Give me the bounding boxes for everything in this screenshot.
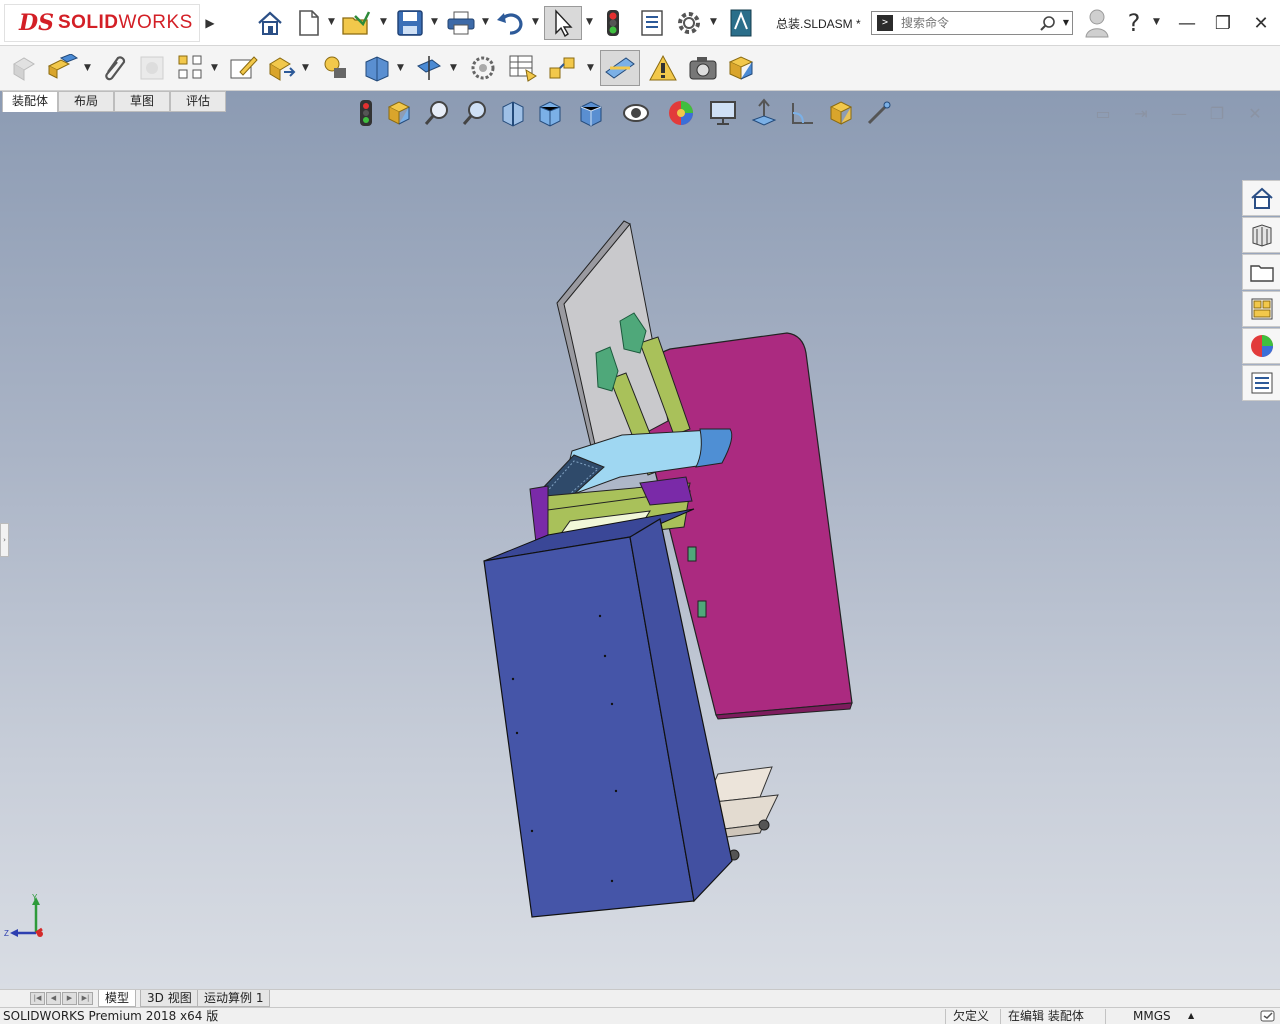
- file-properties-icon[interactable]: [637, 8, 667, 38]
- large-assembly-icon[interactable]: [724, 52, 758, 84]
- logo-works-text: WORKS: [118, 12, 193, 33]
- tab-layout[interactable]: 布局: [58, 91, 114, 112]
- open-dropdown-icon[interactable]: ▼: [380, 17, 387, 27]
- first-tab-arrow-icon[interactable]: |◀: [30, 992, 45, 1005]
- features-dropdown-icon[interactable]: ▼: [397, 63, 404, 73]
- search-commands-box[interactable]: > ▼: [871, 11, 1073, 35]
- exploded-view-icon[interactable]: [546, 52, 580, 84]
- search-dropdown-icon[interactable]: ▼: [1063, 18, 1069, 27]
- interference-detection-icon[interactable]: [646, 52, 680, 84]
- triad-y-label: Y: [32, 893, 38, 902]
- save-icon[interactable]: [393, 8, 427, 38]
- select-pointer-icon[interactable]: [544, 6, 582, 40]
- unit-system[interactable]: MMGS: [1133, 1008, 1171, 1024]
- minimize-button[interactable]: —: [1172, 8, 1202, 38]
- explode-dropdown-icon[interactable]: ▼: [587, 63, 594, 73]
- tab-scroll-arrows: |◀ ◀ ▶ ▶|: [30, 992, 94, 1005]
- view-palette-icon[interactable]: [1242, 291, 1280, 327]
- previous-tab-arrow-icon[interactable]: ◀: [46, 992, 61, 1005]
- bill-of-materials-icon[interactable]: [506, 52, 540, 84]
- solidworks-resources-home-icon[interactable]: [1242, 180, 1280, 216]
- assembly-model[interactable]: [0, 91, 1280, 989]
- logo-wordmark: SOLIDWORKS: [58, 12, 193, 34]
- search-input[interactable]: [901, 16, 1031, 30]
- tab-model[interactable]: 模型: [98, 990, 137, 1007]
- undo-icon[interactable]: [494, 8, 528, 38]
- next-tab-arrow-icon[interactable]: ▶: [62, 992, 77, 1005]
- reference-dropdown-icon[interactable]: ▼: [450, 63, 457, 73]
- command-prompt-icon: >: [877, 15, 893, 31]
- command-manager-tabs: 装配体 布局 草图 评估: [0, 91, 1280, 113]
- appearances-scenes-icon[interactable]: [1242, 328, 1280, 364]
- status-bar: SOLIDWORKS Premium 2018 x64 版 欠定义 在编辑 装配…: [0, 1007, 1280, 1024]
- solidworks-logo[interactable]: DS SOLIDWORKS: [4, 4, 200, 42]
- tab-assembly[interactable]: 装配体: [2, 91, 58, 112]
- custom-properties-icon[interactable]: [1242, 365, 1280, 401]
- tab-evaluate[interactable]: 评估: [170, 91, 226, 112]
- command-manager: ▼ ▼ ▼ ▼ ▼ ▼: [0, 46, 1280, 91]
- dxf-export-icon[interactable]: [726, 8, 756, 38]
- menu-expand-arrow-icon[interactable]: ▶: [204, 14, 216, 32]
- options-gear-icon[interactable]: [673, 8, 705, 38]
- pattern-dropdown-icon[interactable]: ▼: [211, 63, 218, 73]
- close-button[interactable]: ✕: [1246, 8, 1276, 38]
- help-icon[interactable]: ?: [1120, 8, 1148, 38]
- insert-component-icon[interactable]: [6, 52, 40, 84]
- restore-button[interactable]: ❐: [1208, 8, 1238, 38]
- design-library-icon[interactable]: [1242, 217, 1280, 253]
- document-title: 总装.SLDASM *: [776, 17, 861, 31]
- move-dropdown-icon[interactable]: ▼: [302, 63, 309, 73]
- rebuild-tooltip-icon[interactable]: [1260, 1009, 1276, 1024]
- paperclip-icon[interactable]: [98, 52, 132, 84]
- last-tab-arrow-icon[interactable]: ▶|: [78, 992, 93, 1005]
- move-component-icon[interactable]: [264, 52, 298, 84]
- save-dropdown-icon[interactable]: ▼: [431, 17, 438, 27]
- open-folder-icon[interactable]: [340, 8, 374, 38]
- logo-solid-text: SOLID: [57, 12, 119, 33]
- help-dropdown-icon[interactable]: ▼: [1153, 17, 1160, 27]
- mate-icon[interactable]: [46, 52, 80, 84]
- reference-triad: Y Z: [4, 891, 48, 946]
- graphics-area[interactable]: ▭ ⇥ — ❐ ✕ › Y Z: [0, 91, 1280, 989]
- linear-pattern-icon[interactable]: [136, 52, 168, 84]
- home-icon[interactable]: [254, 8, 286, 38]
- snapshot-camera-icon[interactable]: [686, 52, 720, 84]
- new-document-icon[interactable]: [295, 8, 323, 38]
- tab-motion-study[interactable]: 运动算例 1: [197, 990, 271, 1007]
- model-view-tabs: |◀ ◀ ▶ ▶| 模型 3D 视图 运动算例 1: [0, 989, 1280, 1007]
- triad-z-label: Z: [4, 929, 9, 938]
- options-dropdown-icon[interactable]: ▼: [710, 17, 717, 27]
- mate-dropdown-icon[interactable]: ▼: [84, 63, 91, 73]
- title-bar: DS SOLIDWORKS ▶ ▼ ▼ ▼ ▼ ▼ ▼ ▼ 总装.SLDASM …: [0, 0, 1280, 46]
- select-dropdown-icon[interactable]: ▼: [586, 17, 593, 27]
- new-motion-study-icon[interactable]: [466, 52, 500, 84]
- undo-dropdown-icon[interactable]: ▼: [532, 17, 539, 27]
- triad-axes-icon: [10, 897, 43, 937]
- instant3d-icon[interactable]: [600, 50, 640, 86]
- definition-status: 欠定义: [953, 1009, 990, 1023]
- smart-fasteners-icon[interactable]: [318, 52, 352, 84]
- search-icon[interactable]: [1040, 15, 1056, 34]
- feature-manager-expand-handle[interactable]: ›: [0, 523, 9, 557]
- ds-logo-mark: DS: [19, 10, 54, 36]
- edit-component-icon[interactable]: [226, 52, 260, 84]
- new-dropdown-icon[interactable]: ▼: [328, 17, 335, 27]
- reference-geometry-icon[interactable]: [412, 52, 446, 84]
- version-text: SOLIDWORKS Premium 2018 x64 版: [3, 1009, 219, 1023]
- assembly-features-icon[interactable]: [360, 52, 394, 84]
- component-pattern-icon[interactable]: [174, 52, 208, 84]
- rebuild-traffic-light-icon[interactable]: [600, 8, 626, 38]
- tab-sketch[interactable]: 草图: [114, 91, 170, 112]
- task-pane: [1242, 180, 1280, 402]
- print-dropdown-icon[interactable]: ▼: [482, 17, 489, 27]
- user-account-icon[interactable]: [1082, 6, 1112, 40]
- tab-3d-views[interactable]: 3D 视图: [140, 990, 199, 1007]
- file-explorer-icon[interactable]: [1242, 254, 1280, 290]
- unit-menu-arrow-icon[interactable]: ▲: [1188, 1008, 1194, 1024]
- print-icon[interactable]: [444, 8, 478, 38]
- editing-status: 在编辑 装配体: [1008, 1009, 1084, 1023]
